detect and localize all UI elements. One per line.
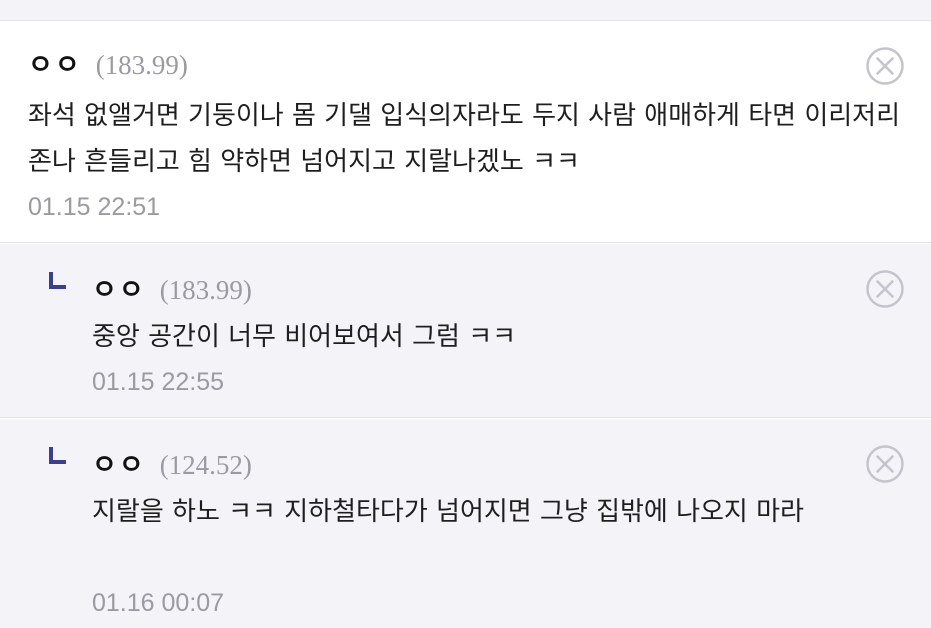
reply-item: ㅇㅇ (183.99) 중앙 공간이 너무 비어보여서 그럼 ㅋㅋ 01.15 …: [0, 244, 931, 418]
comment-timestamp: 01.15 22:51: [28, 193, 161, 221]
comment-body: 좌석 없앨거면 기둥이나 몸 기댈 입식의자라도 두지 사람 애매하게 타면 이…: [28, 101, 901, 177]
delete-comment-button[interactable]: [865, 46, 905, 86]
reply-body: 중앙 공간이 너무 비어보여서 그럼 ㅋㅋ: [92, 322, 517, 352]
comment-item: ㅇㅇ (183.99) 좌석 없앨거면 기둥이나 몸 기댈 입식의자라도 두지 …: [0, 21, 931, 243]
comment-nickname[interactable]: ㅇㅇ: [28, 43, 82, 82]
reply-timestamp: 01.16 00:07: [92, 589, 225, 617]
reply-item: ㅇㅇ (124.52) 지랄을 하노 ㅋㅋ 지하철타다가 넘어지면 그냥 집밖에…: [0, 419, 931, 628]
comment-author-line: ㅇㅇ (183.99): [28, 43, 188, 82]
reply-corner-icon: [49, 272, 66, 289]
reply-body: 지랄을 하노 ㅋㅋ 지하철타다가 넘어지면 그냥 집밖에 나오지 마라: [92, 497, 804, 527]
reply-author-line: ㅇㅇ (124.52): [92, 443, 252, 482]
reply-corner-icon: [49, 447, 66, 464]
comment-ip: (183.99): [95, 50, 188, 80]
delete-reply-button[interactable]: [865, 269, 905, 309]
reply-nickname[interactable]: ㅇㅇ: [92, 268, 146, 307]
delete-reply-button[interactable]: [865, 444, 905, 484]
circle-x-icon: [866, 445, 904, 483]
circle-x-icon: [866, 270, 904, 308]
reply-ip: (183.99): [159, 275, 252, 305]
reply-author-line: ㅇㅇ (183.99): [92, 268, 252, 307]
circle-x-icon: [866, 47, 904, 85]
reply-nickname[interactable]: ㅇㅇ: [92, 443, 146, 482]
previous-comment-edge: [0, 0, 931, 21]
reply-ip: (124.52): [159, 450, 252, 480]
reply-timestamp: 01.15 22:55: [92, 368, 225, 396]
